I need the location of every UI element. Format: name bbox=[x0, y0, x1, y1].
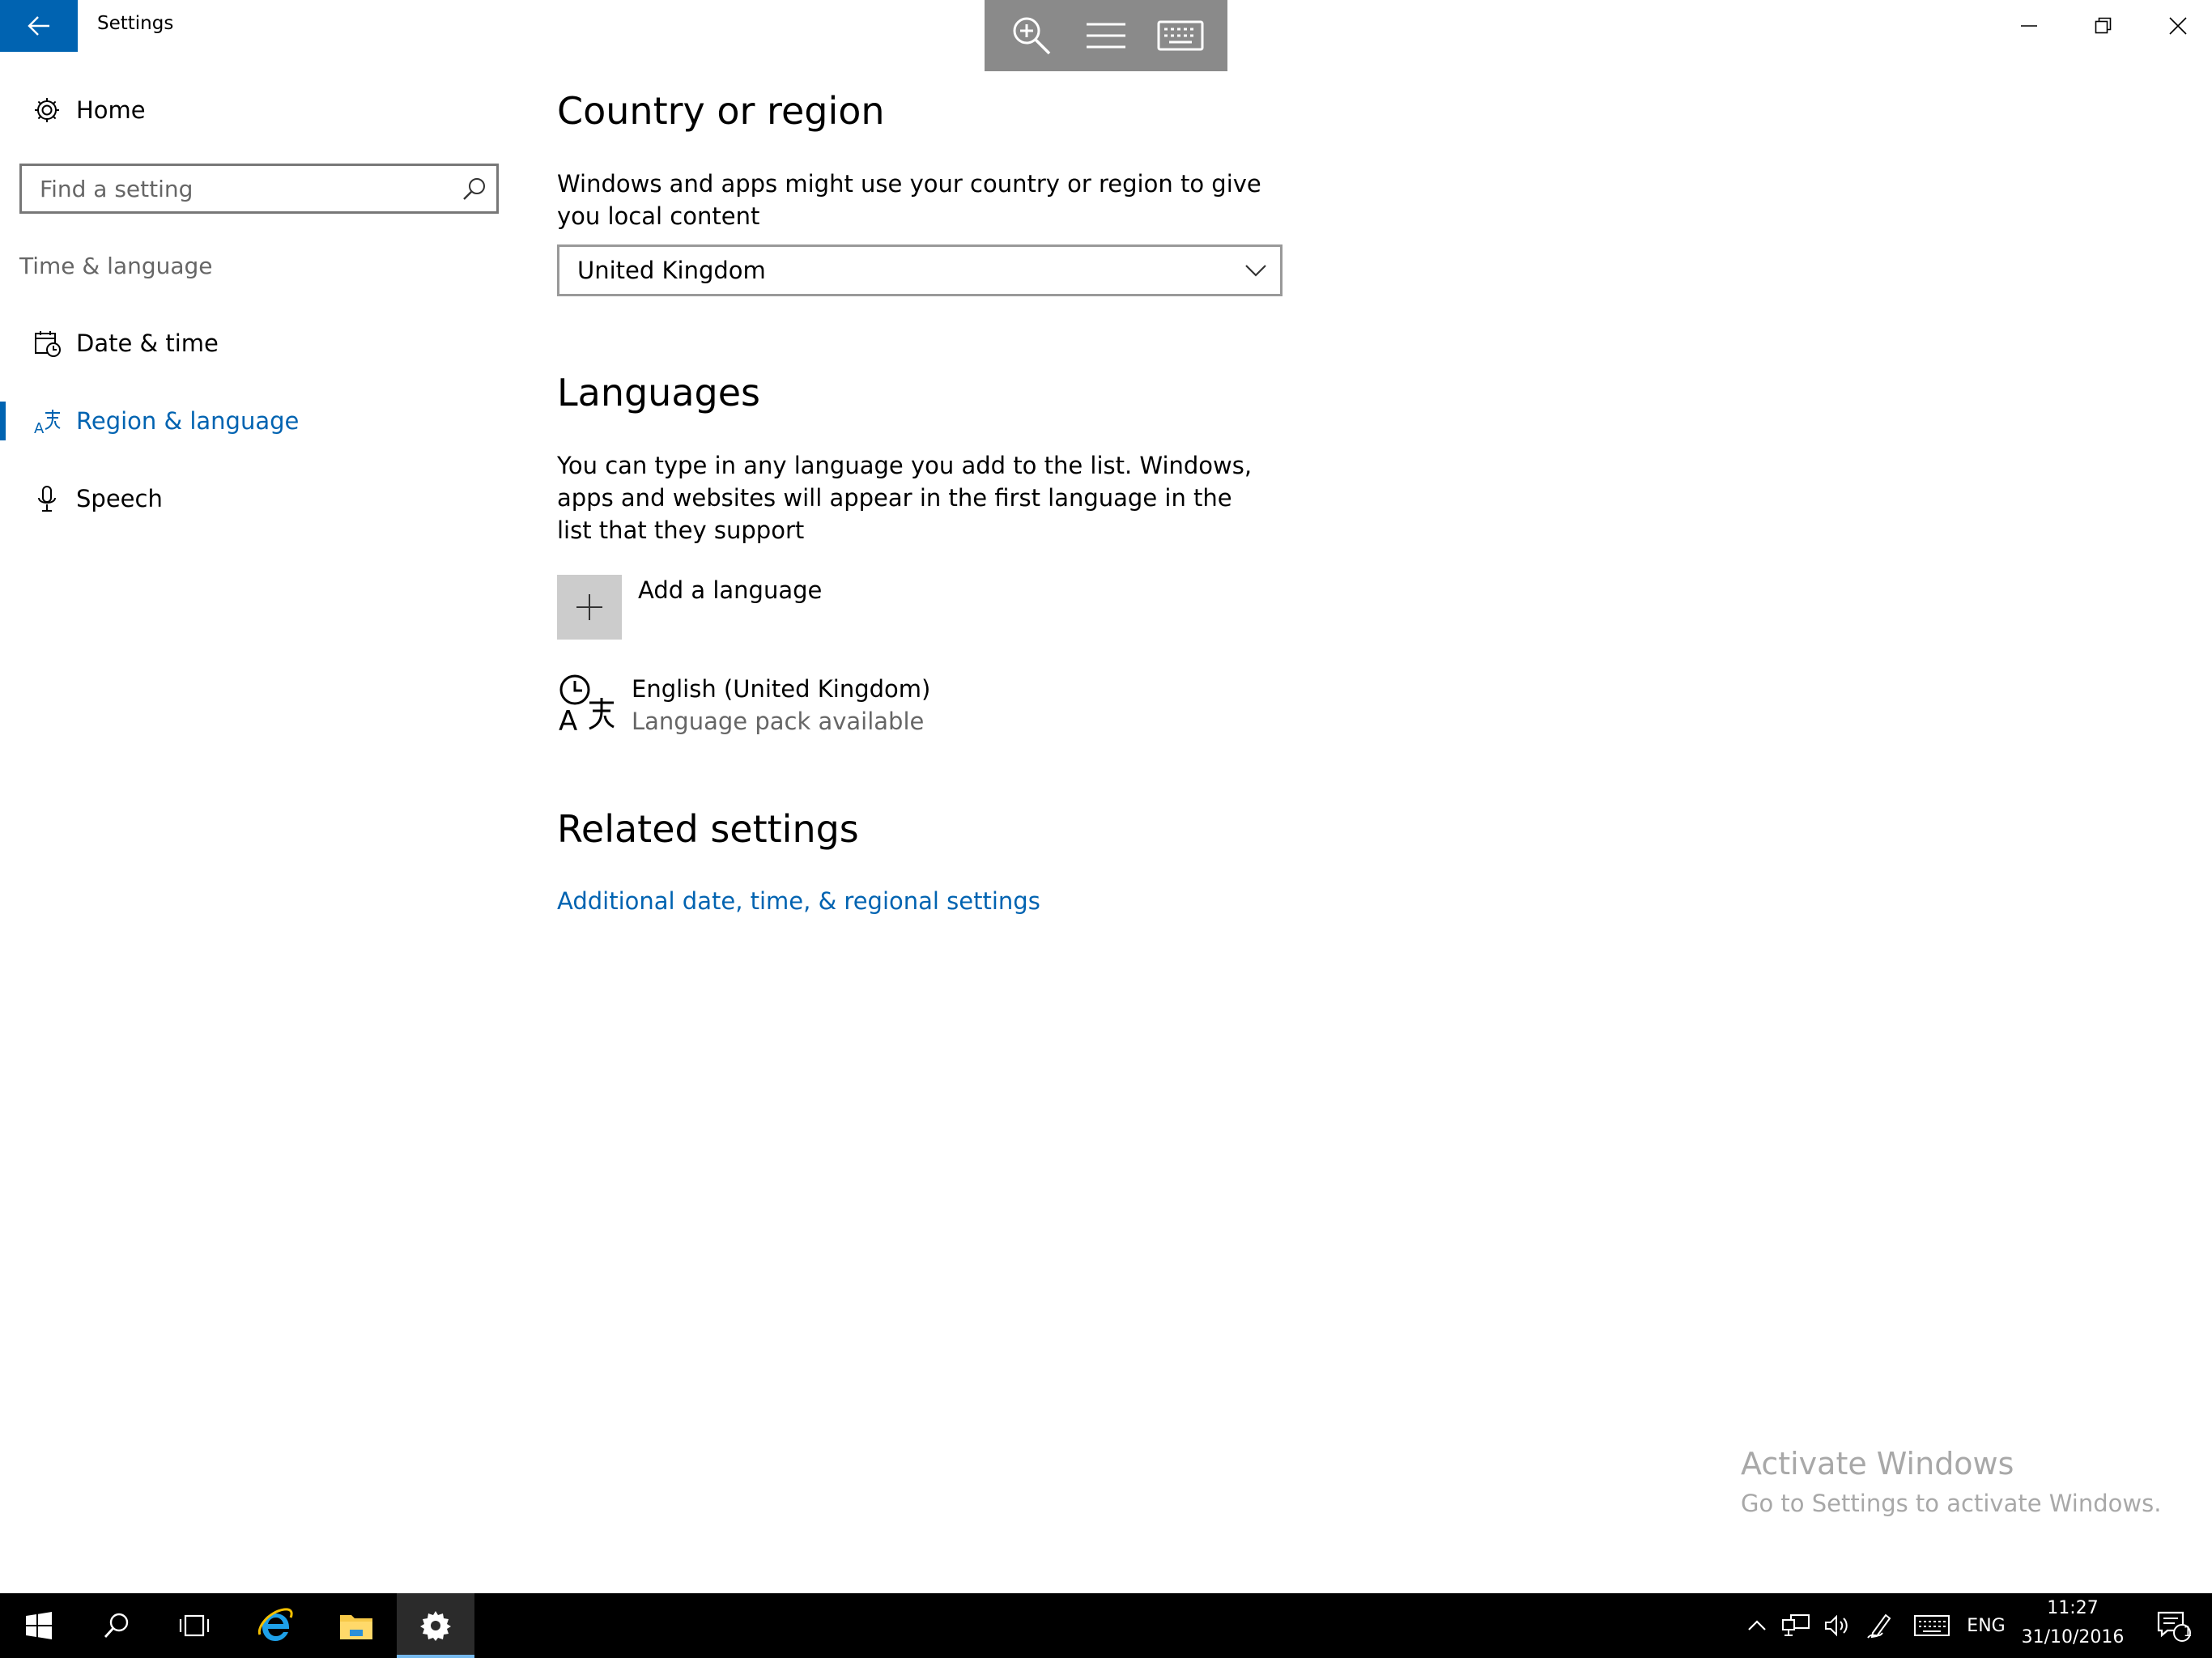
close-icon bbox=[2169, 17, 2187, 35]
windows-logo-icon bbox=[26, 1612, 52, 1639]
country-heading: Country or region bbox=[557, 89, 885, 133]
task-view-icon bbox=[179, 1614, 210, 1637]
notification-count: 1 bbox=[2183, 1624, 2193, 1640]
minimize-icon bbox=[2021, 25, 2037, 27]
file-explorer-button[interactable] bbox=[317, 1593, 395, 1658]
gear-icon bbox=[420, 1611, 451, 1641]
sidebar-item-speech[interactable]: Speech bbox=[0, 460, 518, 538]
chevron-up-icon bbox=[1748, 1620, 1766, 1630]
task-view-button[interactable] bbox=[155, 1593, 233, 1658]
region-language-icon: A bbox=[23, 405, 71, 437]
plus-icon bbox=[576, 594, 602, 620]
touch-keyboard-button[interactable] bbox=[1908, 1593, 1956, 1658]
calendar-clock-icon bbox=[23, 327, 71, 359]
add-language-label[interactable]: Add a language bbox=[638, 576, 822, 604]
languages-description: You can type in any language you add to … bbox=[557, 452, 1253, 544]
activate-windows-subtitle: Go to Settings to activate Windows. bbox=[1741, 1490, 2162, 1517]
action-center-button[interactable]: 1 bbox=[2146, 1593, 2202, 1658]
volume-button[interactable] bbox=[1819, 1593, 1857, 1658]
internet-explorer-button[interactable] bbox=[236, 1593, 314, 1658]
floating-toolbar bbox=[985, 0, 1227, 71]
keyboard-icon bbox=[1914, 1615, 1950, 1636]
restore-icon bbox=[2095, 17, 2112, 34]
search-box[interactable] bbox=[19, 164, 499, 214]
sidebar-item-label: Region & language bbox=[76, 407, 300, 435]
home-label: Home bbox=[76, 96, 146, 124]
internet-explorer-icon bbox=[257, 1608, 293, 1641]
pen-icon bbox=[1867, 1613, 1891, 1639]
language-pack-icon: A bbox=[559, 674, 615, 732]
activate-windows-title: Activate Windows bbox=[1741, 1446, 2014, 1482]
hamburger-menu-icon bbox=[1087, 23, 1125, 49]
settings-taskbar-button[interactable] bbox=[397, 1593, 474, 1658]
sidebar-item-label: Speech bbox=[76, 485, 163, 512]
pen-workspace-button[interactable] bbox=[1861, 1593, 1899, 1658]
clock-time[interactable]: 11:27 bbox=[2016, 1598, 2129, 1627]
language-status: Language pack available bbox=[632, 708, 925, 735]
sidebar-item-region-language[interactable]: A Region & language bbox=[0, 382, 518, 460]
zoom-in-icon bbox=[1013, 17, 1051, 55]
gear-icon bbox=[23, 94, 71, 126]
svg-text:A: A bbox=[559, 705, 577, 732]
country-dropdown[interactable]: United Kingdom bbox=[557, 244, 1283, 296]
window-title: Settings bbox=[97, 13, 174, 34]
language-name: English (United Kingdom) bbox=[632, 675, 931, 703]
network-button[interactable] bbox=[1776, 1593, 1815, 1658]
close-button[interactable] bbox=[2141, 0, 2212, 52]
start-button[interactable] bbox=[0, 1593, 78, 1658]
magnifier-button[interactable] bbox=[999, 3, 1064, 68]
search-icon bbox=[463, 178, 485, 200]
minimize-button[interactable] bbox=[1992, 0, 2066, 52]
related-settings-heading: Related settings bbox=[557, 807, 859, 851]
search-icon bbox=[104, 1613, 129, 1638]
microphone-icon bbox=[23, 483, 71, 515]
add-language-button[interactable] bbox=[557, 575, 622, 640]
sidebar-item-label: Date & time bbox=[76, 329, 219, 357]
back-arrow-icon bbox=[28, 16, 49, 36]
svg-text:A: A bbox=[34, 420, 45, 436]
additional-regional-settings-link[interactable]: Additional date, time, & regional settin… bbox=[557, 887, 1040, 915]
network-icon bbox=[1782, 1614, 1810, 1636]
sidebar-item-date-time[interactable]: Date & time bbox=[0, 304, 518, 382]
speaker-icon bbox=[1825, 1614, 1848, 1637]
languages-heading: Languages bbox=[557, 371, 760, 414]
search-input[interactable] bbox=[38, 174, 443, 203]
show-hidden-icons-button[interactable] bbox=[1741, 1593, 1773, 1658]
input-language-indicator[interactable]: ENG bbox=[1964, 1593, 2008, 1658]
menu-button[interactable] bbox=[1074, 3, 1138, 68]
keyboard-icon bbox=[1157, 20, 1204, 51]
country-description: Windows and apps might use your country … bbox=[557, 170, 1261, 230]
clock-date[interactable]: 31/10/2016 bbox=[2016, 1627, 2129, 1655]
keyboard-button[interactable] bbox=[1148, 3, 1213, 68]
country-selected-value: United Kingdom bbox=[577, 257, 766, 284]
back-button[interactable] bbox=[0, 0, 78, 52]
section-label: Time & language bbox=[19, 253, 213, 279]
restore-button[interactable] bbox=[2066, 0, 2141, 52]
folder-icon bbox=[340, 1615, 372, 1639]
taskbar-search-button[interactable] bbox=[78, 1593, 155, 1658]
chevron-down-icon bbox=[1245, 265, 1266, 277]
taskbar: ENG 11:27 31/10/2016 1 bbox=[0, 1593, 2212, 1658]
home-nav-item[interactable]: Home bbox=[0, 71, 518, 149]
